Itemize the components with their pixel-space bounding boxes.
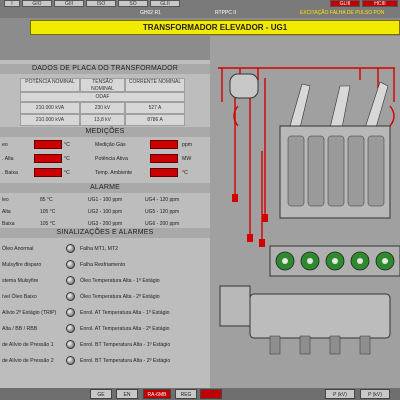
dados-r1-corrente: 527 A bbox=[125, 102, 185, 114]
status-lamp-icon bbox=[66, 244, 75, 253]
bushing-icon bbox=[289, 81, 389, 132]
bottom-button-1[interactable]: GE bbox=[90, 389, 112, 399]
bottom-button-4[interactable]: REG bbox=[175, 389, 197, 399]
alarme-r3-temp: 105 °C bbox=[40, 221, 56, 227]
top-button-4[interactable]: ISO bbox=[86, 0, 116, 7]
status-left: GH02 R1 bbox=[140, 10, 161, 16]
bottom-button-5[interactable] bbox=[200, 389, 222, 399]
med-left-unit-3: °C bbox=[64, 170, 70, 176]
sinal-right-7: Enrol. BT Temperatura Alta - 1º Estágio bbox=[80, 342, 171, 348]
sinal-left-5: Alívio 2º Estágio (TRIP) bbox=[2, 310, 57, 316]
sinal-right-8: Enrol. BT Temperatura Alta - 2º Estágio bbox=[80, 358, 171, 364]
status-lamp-icon bbox=[66, 340, 75, 349]
med-right-value-1 bbox=[150, 140, 178, 149]
status-lamp-icon bbox=[66, 260, 75, 269]
sinal-left-8: de Alívio de Pressão 2 bbox=[2, 358, 54, 364]
alarme-r3-ug-a: UG3 - 200 ppm bbox=[88, 221, 123, 227]
alarme-r3-ug-b: UG6 - 200 ppm bbox=[145, 221, 180, 227]
oil-pump-icon bbox=[219, 285, 391, 355]
bottom-button-2[interactable]: EN bbox=[116, 389, 138, 399]
status-lamp-icon bbox=[66, 324, 75, 333]
col-tensao: TENSÃO NOMINAL bbox=[80, 78, 125, 92]
col-corrente: CORRENTE NOMINAL bbox=[125, 78, 185, 92]
med-left-value-2 bbox=[34, 154, 62, 163]
bottom-button-6[interactable]: P (kV) bbox=[325, 389, 355, 399]
dados-r1-tensao: 230 kV bbox=[80, 102, 125, 114]
med-left-value-1 bbox=[34, 140, 62, 149]
transformer-body bbox=[279, 125, 391, 219]
sinal-left-3: stema Mulsyfire bbox=[2, 278, 39, 284]
status-lamp-icon bbox=[66, 292, 75, 301]
dados-heading: DADOS DE PLACA DO TRANSFORMADOR bbox=[0, 64, 210, 74]
status-lamp-icon bbox=[66, 276, 75, 285]
med-right-label-1: Medição Gás bbox=[95, 142, 126, 148]
dados-table: POTÊNCIA NOMINAL TENSÃO NOMINAL CORRENTE… bbox=[0, 78, 210, 128]
top-button-5[interactable]: SO bbox=[118, 0, 148, 7]
med-left-label-1: eo bbox=[2, 142, 8, 148]
sinal-right-5: Enrol. AT Temperatura Alta - 1º Estágio bbox=[80, 310, 170, 316]
status-right: EXCITAÇÃO FALHA DE PULSO PON bbox=[300, 10, 385, 16]
alarme-heading: ALARME bbox=[0, 183, 210, 193]
sinal-left-7: de Alívio de Pressão 1 bbox=[2, 342, 54, 348]
med-left-unit-1: °C bbox=[64, 142, 70, 148]
sinal-left-2: Mulsyfire disparo bbox=[2, 262, 42, 268]
alarme-r2-label: Alta bbox=[2, 209, 11, 215]
med-right-value-2 bbox=[150, 154, 178, 163]
cooling-fans bbox=[269, 245, 400, 277]
med-right-unit-1: ppm bbox=[182, 142, 193, 148]
sinal-left-4: ível Óleo Baixo bbox=[2, 294, 37, 300]
med-right-unit-3: °C bbox=[182, 170, 188, 176]
alarme-r1-ug-b: UG4 - 120 ppm bbox=[145, 197, 180, 203]
alarme-r3-label: Baixa bbox=[2, 221, 15, 227]
alarme-r2-temp: 105 °C bbox=[40, 209, 56, 215]
bottom-button-7[interactable]: P (kV) bbox=[360, 389, 390, 399]
page-title: TRANSFORMADOR ELEVADOR - UG1 bbox=[30, 20, 400, 35]
col-potencia: POTÊNCIA NOMINAL bbox=[20, 78, 80, 92]
med-left-value-3 bbox=[34, 168, 62, 177]
alarme-r2-ug-a: UG2 - 100 ppm bbox=[88, 209, 123, 215]
sinal-right-6: Enrol. AT Temperatura Alta - 2º Estágio bbox=[80, 326, 170, 332]
dados-r2-corrente: 8786 A bbox=[125, 114, 185, 126]
alarme-r1-label: leo bbox=[2, 197, 9, 203]
sinal-right-3: Óleo Temperatura Alta - 1º Estágio bbox=[80, 278, 160, 284]
bottom-button-3[interactable]: RA-6MB bbox=[143, 389, 171, 399]
dados-r1-potencia: 210.000 kVA bbox=[20, 102, 80, 114]
top-button-7[interactable]: GLIII bbox=[330, 0, 360, 7]
top-button-3[interactable]: GIII bbox=[54, 0, 84, 7]
sinal-right-1: Falha MT1, MT2 bbox=[80, 246, 119, 252]
medicoes-heading: MEDIÇÕES bbox=[0, 127, 210, 137]
med-left-unit-2: °C bbox=[64, 156, 70, 162]
top-button-6[interactable]: GLII bbox=[150, 0, 180, 7]
conservator-tank-icon bbox=[229, 73, 259, 99]
dados-r2-tensao: 13,8 kV bbox=[80, 114, 125, 126]
top-button-8[interactable]: HCIII bbox=[362, 0, 398, 7]
med-right-value-3 bbox=[150, 168, 178, 177]
med-left-label-3: . Baixa bbox=[2, 170, 18, 176]
status-mid: RTPPC II bbox=[215, 10, 237, 16]
med-left-label-2: . Alta bbox=[2, 156, 14, 162]
alarme-r1-ug-a: UG1 - 100 ppm bbox=[88, 197, 123, 203]
status-lamp-icon bbox=[66, 308, 75, 317]
top-button-2[interactable]: GIO bbox=[22, 0, 52, 7]
sinal-heading: SINALIZAÇÕES E ALARMES bbox=[0, 228, 210, 238]
status-lamp-icon bbox=[66, 356, 75, 365]
dados-group: ODAF bbox=[20, 92, 185, 102]
sinal-left-1: Óleo Anormal bbox=[2, 246, 34, 252]
med-right-label-2: Potência Ativa bbox=[95, 156, 128, 162]
transformer-diagram bbox=[218, 67, 400, 355]
alarme-r2-ug-b: UG5 - 120 ppm bbox=[145, 209, 180, 215]
med-right-label-3: Temp. Ambiente bbox=[95, 170, 133, 176]
sinal-right-4: Óleo Temperatura Alta - 2º Estágio bbox=[80, 294, 160, 300]
sinal-left-6: Alta / BB / RBB bbox=[2, 326, 38, 332]
top-button-1[interactable]: I bbox=[4, 0, 20, 7]
sinal-right-2: Falha Resfriamento bbox=[80, 262, 126, 268]
med-right-unit-2: MW bbox=[182, 156, 192, 162]
dados-r2-potencia: 210.000 kVA bbox=[20, 114, 80, 126]
alarme-r1-temp: 85 °C bbox=[40, 197, 53, 203]
